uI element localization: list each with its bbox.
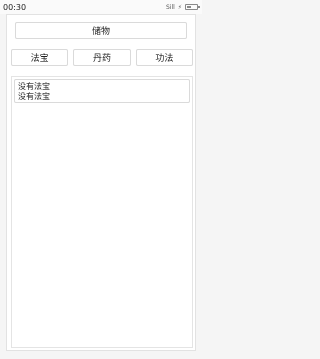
- status-time: 00:30: [3, 2, 27, 12]
- battery-icon: [185, 4, 200, 10]
- tab-gongfa[interactable]: 功法: [135, 49, 193, 66]
- tab-danyao[interactable]: 丹药: [73, 49, 131, 66]
- list-item-text: 没有法宝: [18, 82, 50, 91]
- signal-icon: Sill: [165, 3, 175, 11]
- status-bar: 00:30 Sill ⚡: [0, 0, 202, 14]
- category-tabs: 法宝 丹药 功法: [11, 49, 193, 66]
- tab-fabao[interactable]: 法宝: [11, 49, 69, 66]
- charging-icon: ⚡: [177, 3, 182, 11]
- status-icons: Sill ⚡: [165, 3, 200, 11]
- battery-level: [187, 6, 191, 8]
- item-list-area: 没有法宝 没有法宝: [11, 76, 193, 348]
- list-item: 没有法宝 没有法宝: [14, 79, 190, 103]
- storage-title-button[interactable]: 储物: [15, 22, 187, 39]
- storage-panel: 储物 法宝 丹药 功法 没有法宝 没有法宝: [6, 14, 196, 351]
- list-item-text: 没有法宝: [18, 92, 50, 101]
